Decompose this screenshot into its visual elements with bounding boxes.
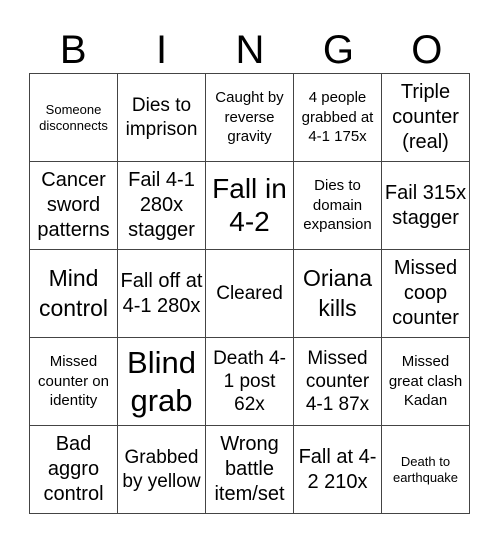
bingo-cell[interactable]: Someone disconnects <box>30 74 118 162</box>
header-letter-n: N <box>235 28 265 72</box>
bingo-cell[interactable]: Missed coop counter <box>382 250 470 338</box>
bingo-cell[interactable]: 4 people grabbed at 4-1 175x <box>294 74 382 162</box>
bingo-cell[interactable]: Missed counter on identity <box>30 338 118 426</box>
header-letter-i: I <box>156 28 168 72</box>
bingo-cell[interactable]: Fail 4-1 280x stagger <box>118 162 206 250</box>
bingo-cell[interactable]: Death to earthquake <box>382 426 470 514</box>
bingo-board: Someone disconnects Dies to imprison Cau… <box>29 73 470 514</box>
bingo-cell[interactable]: Dies to domain expansion <box>294 162 382 250</box>
bingo-cell[interactable]: Oriana kills <box>294 250 382 338</box>
bingo-cell[interactable]: Death 4-1 post 62x <box>206 338 294 426</box>
bingo-cell[interactable]: Fall in 4-2 <box>206 162 294 250</box>
bingo-cell[interactable]: Missed great clash Kadan <box>382 338 470 426</box>
bingo-cell[interactable]: Fall at 4-2 210x <box>294 426 382 514</box>
bingo-cell[interactable]: Mind control <box>30 250 118 338</box>
bingo-cell[interactable]: Fail 315x stagger <box>382 162 470 250</box>
bingo-cell[interactable]: Bad aggro control <box>30 426 118 514</box>
bingo-cell[interactable]: Triple counter (real) <box>382 74 470 162</box>
bingo-header: B I N G O <box>29 28 471 72</box>
bingo-cell[interactable]: Fall off at 4-1 280x <box>118 250 206 338</box>
bingo-cell[interactable]: Cancer sword patterns <box>30 162 118 250</box>
header-letter-b: B <box>59 28 87 72</box>
header-letter-o: O <box>411 28 443 72</box>
bingo-cell free-space[interactable]: Cleared <box>206 250 294 338</box>
bingo-cell[interactable]: Caught by reverse gravity <box>206 74 294 162</box>
bingo-cell[interactable]: Dies to imprison <box>118 74 206 162</box>
bingo-cell[interactable]: Blind grab <box>118 338 206 426</box>
bingo-cell[interactable]: Wrong battle item/set <box>206 426 294 514</box>
bingo-cell[interactable]: Missed counter 4-1 87x <box>294 338 382 426</box>
bingo-cell[interactable]: Grabbed by yellow <box>118 426 206 514</box>
header-letter-g: G <box>322 28 354 72</box>
